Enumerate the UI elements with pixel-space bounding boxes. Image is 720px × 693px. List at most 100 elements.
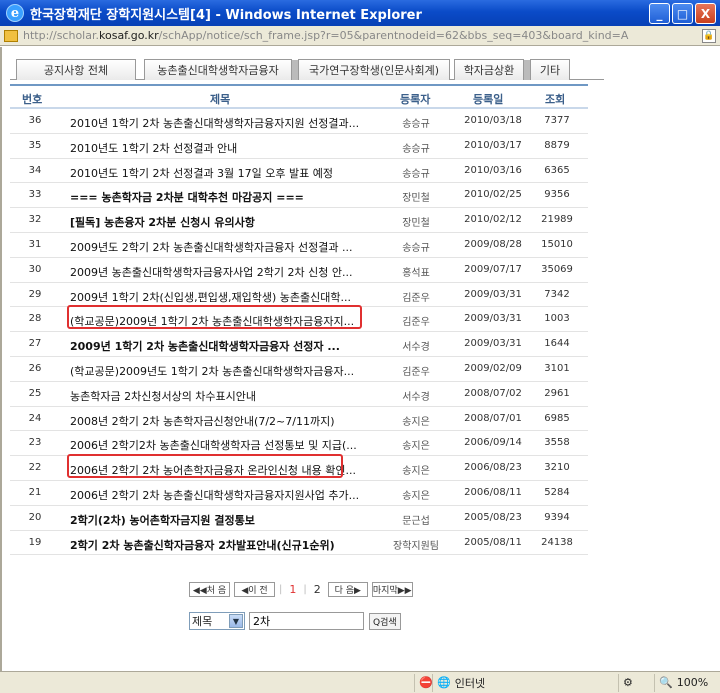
row-number: 28 <box>28 313 42 325</box>
row-number: 27 <box>28 338 42 350</box>
row-title-link[interactable]: (학교공문)2009년도 1학기 2차 농촌출신대학생학자금융자... <box>70 363 354 379</box>
row-author: 송승규 <box>402 143 430 155</box>
search-field-select[interactable]: 제목 ▼ <box>189 612 245 630</box>
table-row[interactable]: 27 2009년 1학기 2차 농촌출신대학생학자금융자 선정자 ... 서수경 20… <box>10 332 588 357</box>
row-title-link[interactable]: 농촌학자금 2차신청서상의 차수표시안내 <box>70 388 256 404</box>
row-title-link[interactable]: === 농촌학자금 2차분 대학추천 마감공지 === <box>70 189 304 205</box>
search-input[interactable] <box>249 612 364 630</box>
security-icon[interactable]: ⚙ <box>618 673 654 692</box>
row-number: 34 <box>28 164 42 176</box>
table-row[interactable]: 20 2학기(2차) 농어촌학자금지원 결정통보 문근섭 2005/08/23 9394 <box>10 506 588 531</box>
table-row[interactable]: 26 (학교공문)2009년도 1학기 2차 농촌출신대학생학자금융자... 김준우… <box>10 357 588 382</box>
row-author: 서수경 <box>402 342 430 354</box>
row-title-link[interactable]: 2009년도 2학기 2차 농촌출신대학생학자금융자 선정결과 ... <box>70 239 352 255</box>
pager-separator: | <box>303 584 307 595</box>
row-author: 송지은 <box>402 466 430 478</box>
row-author: 김준우 <box>402 317 430 329</box>
row-title-link[interactable]: 2010년도 1학기 2차 선정결과 3월 17일 오후 발표 예정 <box>70 165 333 181</box>
row-number: 31 <box>28 238 42 250</box>
table-row[interactable]: 31 2009년도 2학기 2차 농촌출신대학생학자금융자 선정결과 ... 송승규… <box>10 233 588 258</box>
page-icon <box>4 29 18 42</box>
table-row[interactable]: 30 2009년 농촌출신대학생학자금융자사업 2학기 2차 신청 안... 홍석표… <box>10 258 588 283</box>
tab-all-notices[interactable]: 공지사항 전체 <box>16 59 136 80</box>
table-row[interactable]: 33 === 농촌학자금 2차분 대학추천 마감공지 === 장민철 2010/02/… <box>10 183 588 209</box>
highlight-box-row-24 <box>67 454 343 478</box>
row-views: 6365 <box>544 164 570 176</box>
page-link-1[interactable]: 1 <box>286 583 299 596</box>
row-views: 3558 <box>544 437 570 449</box>
table-row[interactable]: 29 2009년 1학기 2차(신입생,편입생,재입학생) 농촌출신대학... 김준… <box>10 283 588 308</box>
row-date: 2010/03/18 <box>464 115 522 126</box>
chevron-down-icon[interactable]: ▼ <box>229 614 243 628</box>
row-author: 송지은 <box>402 416 430 428</box>
search-bar: 제목 ▼ Q검색 <box>189 612 401 630</box>
search-button[interactable]: Q검색 <box>369 612 401 630</box>
tab-loan-repayment[interactable]: 학자금상환 <box>454 59 524 80</box>
row-title-link[interactable]: 2학기(2차) 농어촌학자금지원 결정통보 <box>70 512 255 528</box>
table-row[interactable]: 19 2학기 2차 농촌출신학자금융자 2차발표안내(신규1순위) 장학지원팀 200… <box>10 531 588 556</box>
table-row[interactable]: 34 2010년도 1학기 2차 선정결과 3월 17일 오후 발표 예정 송승규 2… <box>10 159 588 184</box>
row-views: 3210 <box>544 462 570 474</box>
row-title-link[interactable]: 2학기 2차 농촌출신학자금융자 2차발표안내(신규1순위) <box>70 537 335 553</box>
table-row[interactable]: 32 [필독] 농촌융자 2차분 신청시 유의사항 장민철 2010/02/12 219… <box>10 208 588 233</box>
minimize-button[interactable]: _ <box>649 3 670 24</box>
maximize-button[interactable]: □ <box>672 3 693 24</box>
row-title-link[interactable]: 2010년 1학기 2차 농촌출신대학생학자금융자지원 선정결과... <box>70 115 359 131</box>
table-row[interactable]: 36 2010년 1학기 2차 농촌출신대학생학자금융자지원 선정결과... 송승규… <box>10 109 588 134</box>
row-date: 2006/08/11 <box>464 486 522 498</box>
row-author: 김준우 <box>402 292 430 304</box>
status-bar: ⛔ 🌐 인터넷 ⚙ 🔍 100% <box>0 671 720 693</box>
page-content: 공지사항 전체 농촌출신대학생학자금융자 국가연구장학생(인문사회계) 학자금상… <box>0 47 720 671</box>
table-row[interactable]: 25 농촌학자금 2차신청서상의 차수표시안내 서수경 2008/07/02 2961 <box>10 382 588 407</box>
window-title: 한국장학재단 장학지원시스템[4] - Windows Internet Exp… <box>30 7 422 23</box>
page-link-2[interactable]: 2 <box>311 583 324 596</box>
row-title-link[interactable]: 2009년 1학기 2차(신입생,편입생,재입학생) 농촌출신대학... <box>70 289 351 305</box>
table-row[interactable]: 24 2008년 2학기 2차 농촌학자금신청안내(7/2~7/11까지) 송지은 2… <box>10 407 588 432</box>
row-author: 송지은 <box>402 490 430 502</box>
row-views: 1644 <box>544 338 570 350</box>
tab-rural-student-loan[interactable]: 농촌출신대학생학자금융자 <box>144 59 292 80</box>
last-page-button[interactable]: 마지막▶▶ <box>371 582 413 597</box>
window-controls: _ □ X <box>649 3 716 24</box>
row-title-link[interactable]: 2009년 1학기 2차 농촌출신대학생학자금융자 선정자 ... <box>70 338 340 354</box>
row-views: 35069 <box>541 263 573 275</box>
close-button[interactable]: X <box>695 3 716 24</box>
row-title-link[interactable]: 2008년 2학기 2차 농촌학자금신청안내(7/2~7/11까지) <box>70 413 334 429</box>
category-tabs: 공지사항 전체 농촌출신대학생학자금융자 국가연구장학생(인문사회계) 학자금상… <box>10 56 604 80</box>
row-title-link[interactable]: 2006년 2학기2차 농촌출신대학생학자금 선정통보 및 지급(... <box>70 437 357 453</box>
table-row[interactable]: 35 2010년도 1학기 2차 선정결과 안내 송승규 2010/03/17 8879 <box>10 134 588 159</box>
row-views: 3101 <box>544 362 570 374</box>
notice-table: 번호 제목 등록자 등록일 조회 36 2010년 1학기 2차 농촌출신대학생학… <box>10 84 588 556</box>
row-number: 25 <box>28 387 42 399</box>
protected-mode-icon[interactable]: ⛔ <box>414 673 433 692</box>
address-bar[interactable]: http://scholar.kosaf.go.kr/schApp/notice… <box>0 26 720 46</box>
prev-page-button[interactable]: ◀이 전 <box>234 582 275 597</box>
globe-icon: 🌐 <box>437 676 451 689</box>
row-author: 홍석표 <box>402 267 430 279</box>
row-number: 23 <box>28 437 42 449</box>
row-views: 9356 <box>544 189 570 201</box>
first-page-button[interactable]: ◀◀처 음 <box>189 582 230 597</box>
row-number: 36 <box>28 115 42 126</box>
row-title-link[interactable]: [필독] 농촌융자 2차분 신청시 유의사항 <box>70 214 255 230</box>
tab-national-research-scholar[interactable]: 국가연구장학생(인문사회계) <box>298 59 450 80</box>
row-title-link[interactable]: 2009년 농촌출신대학생학자금융자사업 2학기 2차 신청 안... <box>70 264 352 280</box>
row-date: 2010/03/17 <box>464 139 522 151</box>
row-date: 2009/02/09 <box>464 362 522 374</box>
window-titlebar: e 한국장학재단 장학지원시스템[4] - Windows Internet E… <box>0 0 720 26</box>
row-title-link[interactable]: 2010년도 1학기 2차 선정결과 안내 <box>70 140 237 156</box>
next-page-button[interactable]: 다 음▶ <box>327 582 368 597</box>
row-title-link[interactable]: 2006년 2학기 2차 농촌출신대학생학자금융자지원사업 추가... <box>70 487 359 503</box>
zoom-control[interactable]: 🔍 100% <box>654 673 720 692</box>
row-author: 문근섭 <box>402 515 430 527</box>
table-row[interactable]: 21 2006년 2학기 2차 농촌출신대학생학자금융자지원사업 추가... 송지은… <box>10 481 588 506</box>
row-number: 21 <box>28 486 42 498</box>
row-author: 송승규 <box>402 119 430 130</box>
row-date: 2005/08/11 <box>464 536 522 548</box>
row-views: 5284 <box>544 486 570 498</box>
row-date: 2005/08/23 <box>464 511 522 523</box>
security-lock-icon[interactable]: 🔒 <box>702 28 716 43</box>
address-url[interactable]: http://scholar.kosaf.go.kr/schApp/notice… <box>23 29 698 42</box>
tab-etc[interactable]: 기타 <box>530 59 570 80</box>
table-row[interactable]: 23 2006년 2학기2차 농촌출신대학생학자금 선정통보 및 지급(... 송지… <box>10 431 588 457</box>
